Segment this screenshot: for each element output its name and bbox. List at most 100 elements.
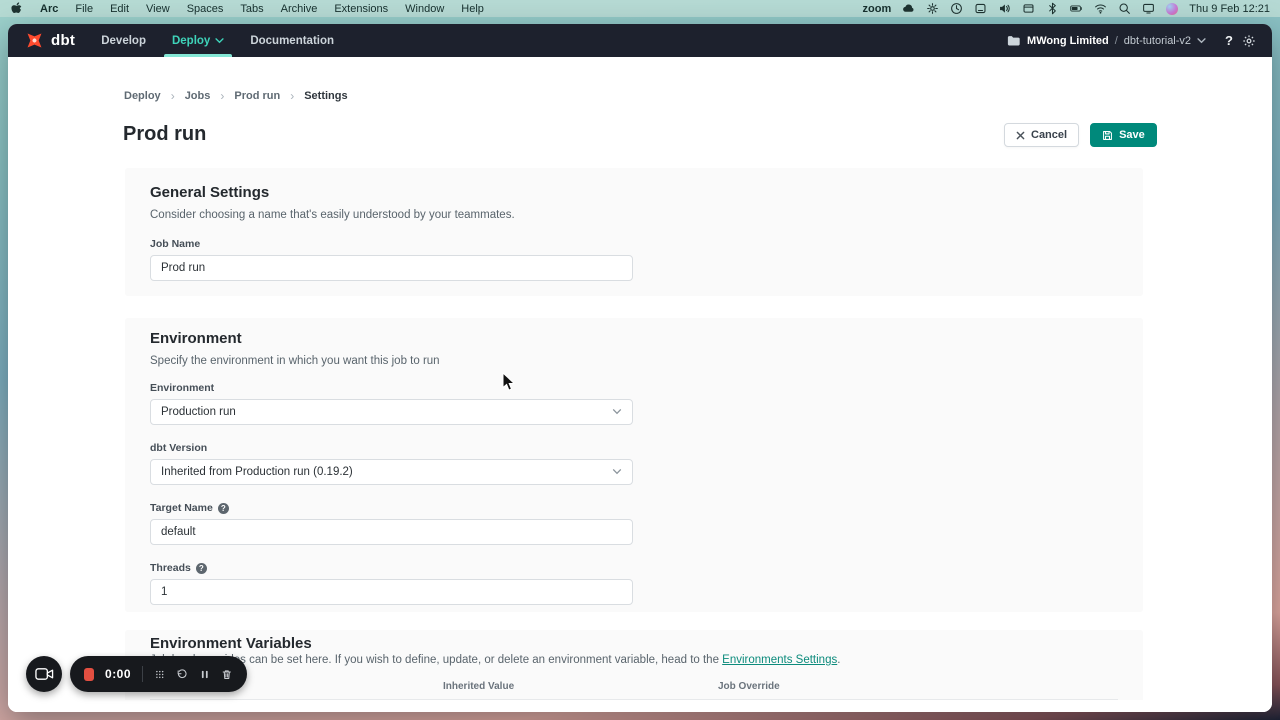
env-vars-table-row [125,700,1143,712]
env-vars-desc-period: . [837,654,840,666]
menu-archive[interactable]: Archive [281,3,318,15]
environments-settings-link[interactable]: Environments Settings [722,654,837,666]
environment-description: Specify the environment in which you wan… [150,355,440,367]
column-inherited-value: Inherited Value [443,681,514,692]
nav-develop[interactable]: Develop [101,24,146,57]
target-name-label: Target Name ? [150,502,229,514]
restart-icon[interactable] [176,667,188,682]
dbt-logo-icon [20,26,50,56]
general-settings-heading: General Settings [150,184,269,201]
volume-icon[interactable] [998,2,1011,15]
menu-file[interactable]: File [75,3,93,15]
menu-help[interactable]: Help [461,3,484,15]
nav-deploy-label: Deploy [172,35,210,47]
environment-select[interactable]: Production run [150,399,633,425]
breadcrumb-deploy[interactable]: Deploy [124,90,161,102]
menu-view[interactable]: View [146,3,170,15]
menu-edit[interactable]: Edit [110,3,129,15]
nav-documentation[interactable]: Documentation [250,24,334,57]
job-name-label: Job Name [150,238,200,250]
desktop: Arc File Edit View Spaces Tabs Archive E… [0,0,1280,720]
chevron-down-icon [215,38,224,44]
job-name-input[interactable] [150,255,633,281]
browser-window: dbt Develop Deploy Documentation MWong L… [8,24,1272,712]
help-icon[interactable]: ? [196,563,207,574]
window-icon[interactable] [1022,2,1035,15]
nav-develop-label: Develop [101,35,146,47]
environment-label: Environment [150,382,214,394]
keyboard-icon[interactable] [974,2,987,15]
search-icon[interactable] [1118,2,1131,15]
threads-label-text: Threads [150,562,191,574]
breadcrumb-prod-run[interactable]: Prod run [234,90,280,102]
mouse-cursor [502,372,517,392]
pause-icon[interactable] [199,667,211,682]
video-camera-icon [35,667,54,681]
trash-icon[interactable] [221,667,233,682]
zoom-menu-label[interactable]: zoom [863,3,892,15]
environment-section: Environment Specify the environment in w… [125,318,1143,612]
general-settings-description: Consider choosing a name that's easily u… [150,209,515,221]
breadcrumb-separator: › [171,89,175,103]
grid-options-icon[interactable] [154,667,166,682]
menu-tabs[interactable]: Tabs [240,3,263,15]
settings-gear-icon[interactable] [1242,34,1256,48]
dbt-version-select-value: Inherited from Production run (0.19.2) [161,466,353,478]
chevron-down-icon [1197,38,1206,44]
menubar-clock[interactable]: Thu 9 Feb 12:21 [1189,3,1270,15]
breadcrumb-separator: › [220,89,224,103]
threads-input[interactable] [150,579,633,605]
menu-window[interactable]: Window [405,3,444,15]
environment-variables-section: Environment Variables Job level override… [125,630,1143,712]
stop-recording-button[interactable] [84,668,94,681]
bluetooth-icon[interactable] [1046,2,1059,15]
save-button[interactable]: Save [1090,123,1157,147]
dbt-brand-label: dbt [51,32,75,49]
menu-extensions[interactable]: Extensions [334,3,388,15]
folder-icon [1007,35,1021,46]
dbt-top-nav: dbt Develop Deploy Documentation MWong L… [8,24,1272,57]
breadcrumb: Deploy › Jobs › Prod run › Settings [124,89,348,103]
environment-variables-heading: Environment Variables [150,635,312,652]
battery-icon[interactable] [1070,2,1083,15]
apple-icon[interactable] [10,2,23,15]
environment-variables-description: Job level overrides can be set here. If … [150,654,840,666]
account-separator: / [1115,35,1118,47]
nav-deploy[interactable]: Deploy [172,24,224,57]
clock-icon[interactable] [950,2,963,15]
camera-button[interactable] [26,656,62,692]
dbt-version-select[interactable]: Inherited from Production run (0.19.2) [150,459,633,485]
siri-icon[interactable] [1166,3,1178,15]
account-project-switcher[interactable]: MWong Limited / dbt-tutorial-v2 [1007,35,1206,47]
nav-documentation-label: Documentation [250,35,334,47]
project-name: dbt-tutorial-v2 [1124,35,1191,47]
recording-timer: 0:00 [105,667,131,681]
breadcrumb-separator: › [290,89,294,103]
column-job-override: Job Override [718,681,780,692]
cancel-button[interactable]: Cancel [1004,123,1079,147]
display-icon[interactable] [1142,2,1155,15]
help-icon[interactable]: ? [218,503,229,514]
env-vars-table-header: Inherited Value Job Override [150,674,1118,700]
target-name-input[interactable] [150,519,633,545]
breadcrumb-jobs[interactable]: Jobs [185,90,211,102]
toolbar-divider [142,666,143,682]
page-title: Prod run [123,123,206,146]
cloud-icon[interactable] [902,2,915,15]
environment-heading: Environment [150,330,242,347]
menubar-app-name[interactable]: Arc [40,3,58,15]
wifi-icon[interactable] [1094,2,1107,15]
gear-icon[interactable] [926,2,939,15]
menu-spaces[interactable]: Spaces [187,3,224,15]
job-settings-page: Deploy › Jobs › Prod run › Settings Prod… [8,57,1272,712]
dbt-brand[interactable]: dbt [24,30,75,51]
recording-toolbar: 0:00 [70,656,247,692]
save-icon [1102,130,1113,141]
dbt-version-label: dbt Version [150,442,207,454]
help-menu-icon[interactable]: ? [1225,33,1233,48]
save-button-label: Save [1119,129,1145,141]
chevron-down-icon [612,469,622,475]
general-settings-section: General Settings Consider choosing a nam… [125,168,1143,296]
target-name-label-text: Target Name [150,502,213,514]
close-icon [1016,131,1025,140]
